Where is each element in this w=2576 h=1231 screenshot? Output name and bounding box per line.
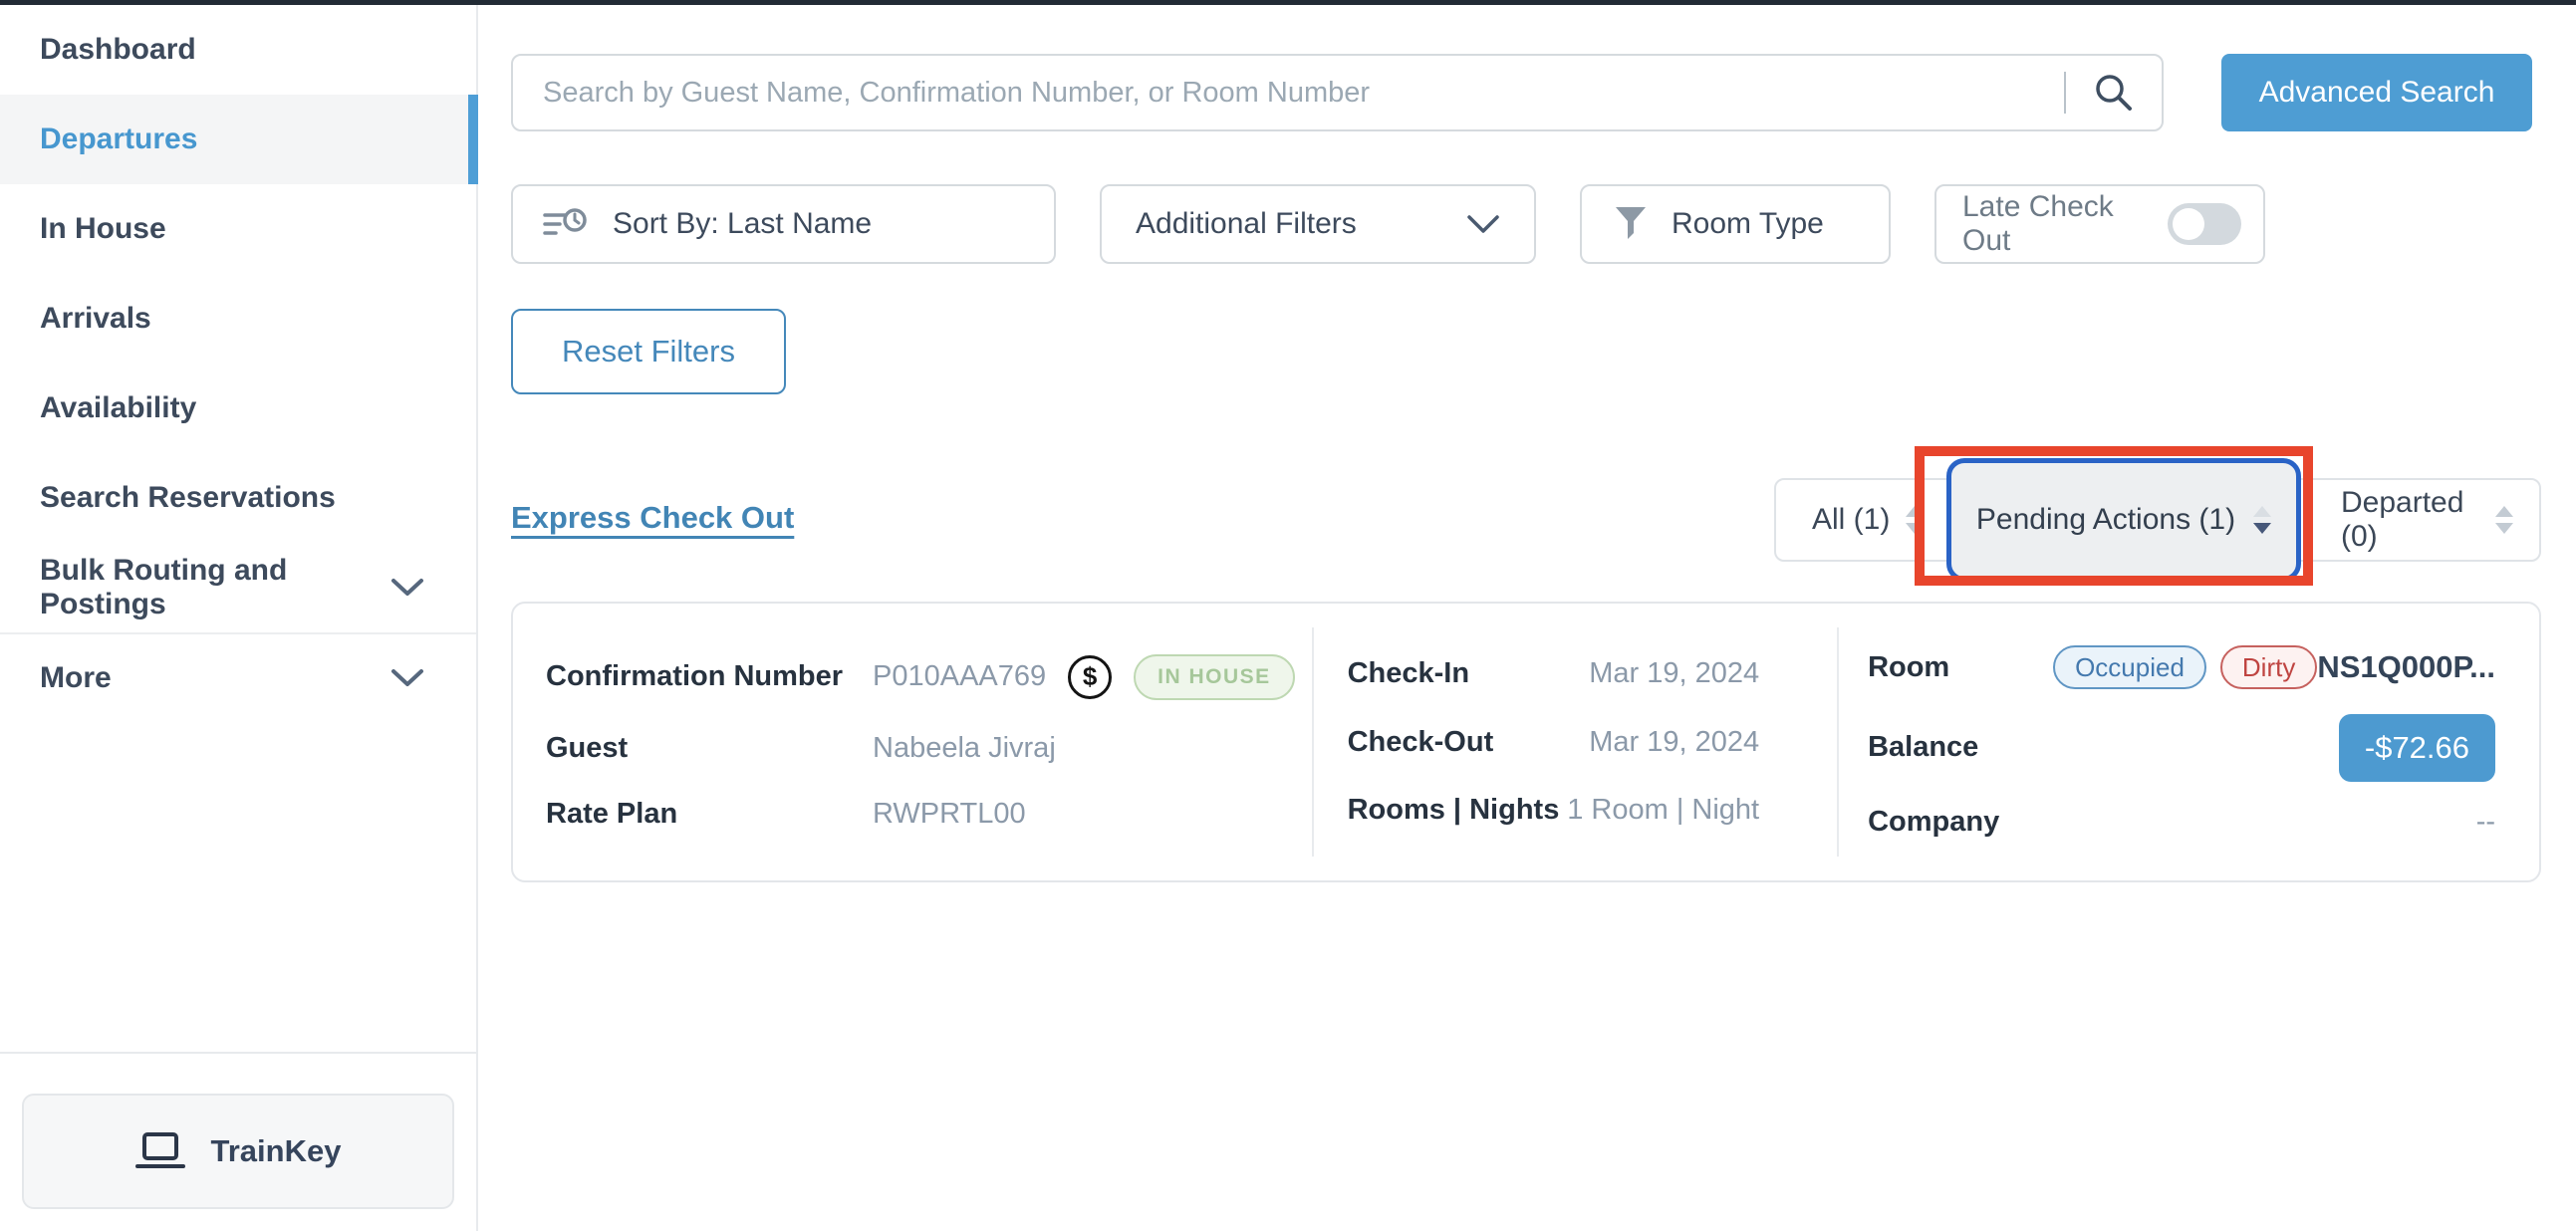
filter-row: Sort By: Last Name Additional Filters Ro… xyxy=(511,184,2265,264)
guest-label: Guest xyxy=(546,732,873,765)
sidebar-item-label: More xyxy=(40,661,112,695)
main-content: Advanced Search Sort By: Last Name xyxy=(478,5,2576,1231)
rate-plan-row: Rate Plan RWPRTL00 xyxy=(546,798,1312,831)
check-in-row: Check-In Mar 19, 2024 xyxy=(1348,657,1760,690)
rooms-nights-value: 1 Room | Night xyxy=(1567,794,1759,827)
company-label: Company xyxy=(1868,806,1999,839)
sidebar-item-departures[interactable]: Departures xyxy=(0,95,476,184)
sort-arrows-icon xyxy=(2253,506,2271,534)
rooms-nights-row: Rooms | Nights 1 Room | Night xyxy=(1348,794,1760,827)
balance-button[interactable]: -$72.66 xyxy=(2339,714,2495,782)
sidebar-item-label: In House xyxy=(40,212,166,246)
room-code-value: NS1Q000P... xyxy=(2317,649,2495,685)
rate-plan-value: RWPRTL00 xyxy=(873,798,1026,831)
confirmation-value: P010AAA769 xyxy=(873,660,1046,693)
confirmation-label: Confirmation Number xyxy=(546,660,873,693)
search-row: Advanced Search xyxy=(511,54,2532,131)
sidebar-item-more[interactable]: More xyxy=(0,632,476,722)
balance-row: Balance -$72.66 xyxy=(1868,714,2495,782)
room-balance-column: Room Occupied Dirty NS1Q000P... Balance … xyxy=(1839,604,2539,880)
search-box xyxy=(511,54,2164,131)
late-check-out-label: Late Check Out xyxy=(1962,190,2168,258)
check-out-label: Check-Out xyxy=(1348,726,1590,759)
company-value: -- xyxy=(2476,806,2495,839)
sort-arrows-icon xyxy=(2495,506,2513,534)
balance-label: Balance xyxy=(1868,731,1978,764)
sidebar-footer: TrainKey xyxy=(0,1052,476,1209)
dollar-circle-icon[interactable]: $ xyxy=(1068,655,1112,699)
trainkey-label: TrainKey xyxy=(211,1133,342,1169)
sort-arrows-icon xyxy=(1906,506,1924,534)
room-row: Room Occupied Dirty NS1Q000P... xyxy=(1868,645,2495,689)
sort-time-icon xyxy=(543,204,589,244)
departures-page: Dashboard Departures In House Arrivals A… xyxy=(0,0,2576,1231)
search-icon[interactable] xyxy=(2066,71,2162,115)
sidebar-item-bulk-routing[interactable]: Bulk Routing and Postings xyxy=(0,543,476,632)
chevron-down-icon xyxy=(390,578,424,598)
late-check-out-toggle[interactable] xyxy=(2168,203,2241,245)
sidebar-item-label: Search Reservations xyxy=(40,481,336,515)
pending-actions-slot: Pending Actions (1) xyxy=(1944,480,2313,560)
late-check-out-filter: Late Check Out xyxy=(1934,184,2265,264)
company-row: Company -- xyxy=(1868,806,2495,839)
additional-filters-label: Additional Filters xyxy=(1136,207,1357,241)
sidebar: Dashboard Departures In House Arrivals A… xyxy=(0,5,478,1231)
reservation-details-column: Confirmation Number P010AAA769 $ IN HOUS… xyxy=(513,604,1312,880)
sidebar-item-label: Dashboard xyxy=(40,33,196,67)
additional-filters-dropdown[interactable]: Additional Filters xyxy=(1100,184,1536,264)
chevron-down-icon xyxy=(1466,213,1500,235)
laptop-icon xyxy=(135,1129,185,1173)
tab-pending-actions[interactable]: Pending Actions (1) xyxy=(1946,458,2301,582)
sidebar-item-search-reservations[interactable]: Search Reservations xyxy=(0,453,476,543)
in-house-status-badge: IN HOUSE xyxy=(1134,654,1295,700)
reservation-card[interactable]: Confirmation Number P010AAA769 $ IN HOUS… xyxy=(511,602,2541,882)
tab-departed-label: Departed (0) xyxy=(2341,486,2479,554)
rooms-nights-label: Rooms | Nights xyxy=(1348,794,1568,827)
sidebar-item-label: Bulk Routing and Postings xyxy=(40,554,390,621)
room-type-filter-button[interactable]: Room Type xyxy=(1580,184,1891,264)
rate-plan-label: Rate Plan xyxy=(546,798,873,831)
sidebar-item-dashboard[interactable]: Dashboard xyxy=(0,5,476,95)
check-out-value: Mar 19, 2024 xyxy=(1589,726,1759,759)
sidebar-item-label: Departures xyxy=(40,123,197,156)
sidebar-item-label: Arrivals xyxy=(40,302,151,336)
tab-all[interactable]: All (1) xyxy=(1812,503,1944,537)
sidebar-item-availability[interactable]: Availability xyxy=(0,364,476,453)
funnel-icon xyxy=(1614,205,1648,243)
guest-row: Guest Nabeela Jivraj xyxy=(546,732,1312,765)
occupied-status-badge: Occupied xyxy=(2053,645,2206,689)
reset-filters-button[interactable]: Reset Filters xyxy=(511,309,786,394)
toggle-knob xyxy=(2173,208,2204,240)
stay-dates-column: Check-In Mar 19, 2024 Check-Out Mar 19, … xyxy=(1314,604,1838,880)
check-out-row: Check-Out Mar 19, 2024 xyxy=(1348,726,1760,759)
sort-by-button[interactable]: Sort By: Last Name xyxy=(511,184,1056,264)
express-check-out-link[interactable]: Express Check Out xyxy=(511,500,794,536)
sidebar-item-in-house[interactable]: In House xyxy=(0,184,476,274)
search-input[interactable] xyxy=(513,56,2064,129)
confirmation-row: Confirmation Number P010AAA769 $ IN HOUS… xyxy=(546,654,1312,700)
chevron-down-icon xyxy=(390,668,424,688)
check-in-label: Check-In xyxy=(1348,657,1590,690)
sort-by-label: Sort By: Last Name xyxy=(613,207,872,241)
tab-departed[interactable]: Departed (0) xyxy=(2313,486,2539,554)
room-label: Room xyxy=(1868,651,2001,684)
tab-pending-actions-label: Pending Actions (1) xyxy=(1976,503,2235,537)
dirty-status-badge: Dirty xyxy=(2220,645,2317,689)
departures-tab-group: All (1) Pending Actions (1) Departed (0) xyxy=(1774,478,2541,562)
advanced-search-button[interactable]: Advanced Search xyxy=(2221,54,2532,131)
sidebar-item-label: Availability xyxy=(40,391,196,425)
guest-value: Nabeela Jivraj xyxy=(873,732,1056,765)
tab-all-label: All (1) xyxy=(1812,503,1890,537)
check-in-value: Mar 19, 2024 xyxy=(1589,657,1759,690)
sidebar-item-arrivals[interactable]: Arrivals xyxy=(0,274,476,364)
trainkey-button[interactable]: TrainKey xyxy=(22,1094,454,1209)
room-type-label: Room Type xyxy=(1672,207,1824,241)
